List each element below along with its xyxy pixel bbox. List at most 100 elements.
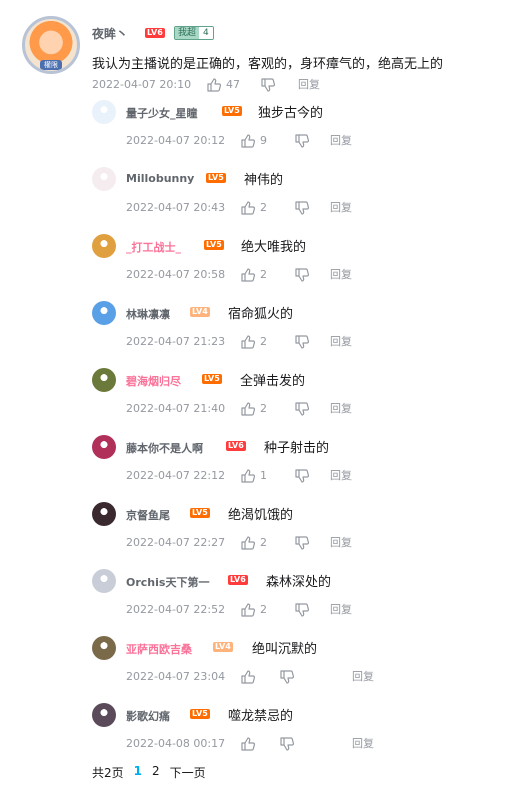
reply-avatar[interactable] xyxy=(92,435,116,459)
reply-item: 京督鱼尾 LV5 绝渴饥饿的 2022-04-07 22:27 2 回复 xyxy=(92,502,512,569)
fan-medal[interactable]: 我超 4 xyxy=(174,26,214,40)
like-icon[interactable] xyxy=(240,200,256,216)
reply-avatar[interactable] xyxy=(92,636,116,660)
root-reply-button[interactable]: 回复 xyxy=(298,77,320,93)
reply-button[interactable]: 回复 xyxy=(330,602,352,618)
reply-level-badge: LV5 xyxy=(206,173,226,183)
like-icon[interactable] xyxy=(240,736,256,752)
dislike-icon[interactable] xyxy=(294,200,310,216)
dislike-icon[interactable] xyxy=(279,736,295,752)
dislike-icon[interactable] xyxy=(294,602,310,618)
reply-text: 神伟的 xyxy=(244,173,284,188)
fan-medal-name: 我超 xyxy=(175,27,200,39)
reply-like-count: 9 xyxy=(260,134,267,147)
dislike-icon[interactable] xyxy=(294,535,310,551)
reply-username[interactable]: 量子少女_星瞳 xyxy=(126,105,198,121)
root-avatar[interactable]: 權限 xyxy=(22,16,80,74)
reply-button[interactable]: 回复 xyxy=(330,334,352,350)
pagination-next[interactable]: 下一页 xyxy=(170,764,206,781)
reply-button[interactable]: 回复 xyxy=(330,133,352,149)
reply-username[interactable]: Millobunny xyxy=(126,172,194,185)
reply-username[interactable]: 亚萨西欧吉桑 xyxy=(126,641,192,657)
reply-text: 宿命狐火的 xyxy=(228,307,294,322)
like-icon[interactable] xyxy=(240,602,256,618)
reply-time: 2022-04-07 23:04 xyxy=(126,670,226,683)
root-username[interactable]: 夜眸丶 xyxy=(92,25,128,42)
like-icon[interactable] xyxy=(240,401,256,417)
reply-like-count: 2 xyxy=(260,402,267,415)
reply-like-count: 2 xyxy=(260,335,267,348)
dislike-icon[interactable] xyxy=(294,334,310,350)
reply-like-count: 2 xyxy=(260,201,267,214)
like-icon[interactable] xyxy=(240,133,256,149)
reply-button[interactable]: 回复 xyxy=(352,736,374,752)
reply-text: 绝叫沉默的 xyxy=(252,642,318,657)
pagination-page-2[interactable]: 2 xyxy=(152,764,160,781)
reply-meta: 2022-04-07 20:58 2 回复 xyxy=(126,267,426,283)
reply-meta: 2022-04-07 22:27 2 回复 xyxy=(126,535,426,551)
reply-username[interactable]: 藤本你不是人啊 xyxy=(126,440,203,456)
reply-time: 2022-04-07 21:23 xyxy=(126,335,226,348)
root-comment-text: 我认为主播说的是正确的，客观的，身环瘴气的，绝高无上的 xyxy=(92,57,444,72)
reply-avatar[interactable] xyxy=(92,167,116,191)
reply-level-badge: LV4 xyxy=(213,642,233,652)
dislike-icon[interactable] xyxy=(294,133,310,149)
reply-button[interactable]: 回复 xyxy=(330,200,352,216)
reply-avatar[interactable] xyxy=(92,569,116,593)
reply-text: 绝渴饥饿的 xyxy=(228,508,294,523)
reply-avatar[interactable] xyxy=(92,368,116,392)
reply-level-badge: LV5 xyxy=(204,240,224,250)
reply-avatar[interactable] xyxy=(92,703,116,727)
reply-level-badge: LV6 xyxy=(226,441,246,451)
reply-button[interactable]: 回复 xyxy=(352,669,374,685)
dislike-icon[interactable] xyxy=(294,267,310,283)
reply-item: 影歌幻痛 LV5 噬龙禁忌的 2022-04-08 00:17 回复 xyxy=(92,703,512,770)
like-icon[interactable] xyxy=(240,334,256,350)
reply-level-badge: LV5 xyxy=(222,106,242,116)
reply-like-count: 2 xyxy=(260,603,267,616)
reply-button[interactable]: 回复 xyxy=(330,535,352,551)
reply-avatar[interactable] xyxy=(92,301,116,325)
like-icon[interactable] xyxy=(240,669,256,685)
dislike-icon[interactable] xyxy=(260,77,276,93)
pagination-page-1[interactable]: 1 xyxy=(134,764,142,781)
reply-level-badge: LV5 xyxy=(202,374,222,384)
reply-button[interactable]: 回复 xyxy=(330,468,352,484)
reply-item: _打工战士_ LV5 绝大唯我的 2022-04-07 20:58 2 回复 xyxy=(92,234,512,301)
reply-level-badge: LV5 xyxy=(190,709,210,719)
reply-meta: 2022-04-07 21:23 2 回复 xyxy=(126,334,426,350)
reply-username[interactable]: 影歌幻痛 xyxy=(126,708,170,724)
reply-meta: 2022-04-07 20:12 9 回复 xyxy=(126,133,426,149)
reply-username[interactable]: 京督鱼尾 xyxy=(126,507,170,523)
dislike-icon[interactable] xyxy=(294,401,310,417)
like-icon[interactable] xyxy=(240,535,256,551)
reply-item: Orchis天下第一 LV6 森林深处的 2022-04-07 22:52 2 回复 xyxy=(92,569,512,636)
like-icon[interactable] xyxy=(206,77,222,93)
reply-username[interactable]: 林琳凛凛 xyxy=(126,306,170,322)
pagination: 共2页 1 2 下一页 xyxy=(92,764,206,781)
root-like-count: 47 xyxy=(226,78,240,91)
reply-avatar[interactable] xyxy=(92,100,116,124)
reply-username[interactable]: Orchis天下第一 xyxy=(126,574,209,590)
reply-time: 2022-04-08 00:17 xyxy=(126,737,226,750)
reply-button[interactable]: 回复 xyxy=(330,267,352,283)
like-icon[interactable] xyxy=(240,468,256,484)
reply-avatar[interactable] xyxy=(92,502,116,526)
reply-time: 2022-04-07 20:58 xyxy=(126,268,226,281)
dislike-icon[interactable] xyxy=(279,669,295,685)
reply-username[interactable]: _打工战士_ xyxy=(126,239,181,255)
reply-meta: 2022-04-08 00:17 回复 xyxy=(126,736,426,752)
reply-time: 2022-04-07 20:43 xyxy=(126,201,226,214)
reply-item: 亚萨西欧吉桑 LV4 绝叫沉默的 2022-04-07 23:04 回复 xyxy=(92,636,512,703)
like-icon[interactable] xyxy=(240,267,256,283)
reply-text: 种子射击的 xyxy=(264,441,330,456)
dislike-icon[interactable] xyxy=(294,468,310,484)
reply-username[interactable]: 碧海烟归尽 xyxy=(126,373,181,389)
reply-button[interactable]: 回复 xyxy=(330,401,352,417)
reply-time: 2022-04-07 22:27 xyxy=(126,536,226,549)
reply-avatar[interactable] xyxy=(92,234,116,258)
reply-like-count: 2 xyxy=(260,536,267,549)
reply-text: 森林深处的 xyxy=(266,575,332,590)
reply-meta: 2022-04-07 21:40 2 回复 xyxy=(126,401,426,417)
reply-meta: 2022-04-07 22:12 1 回复 xyxy=(126,468,426,484)
